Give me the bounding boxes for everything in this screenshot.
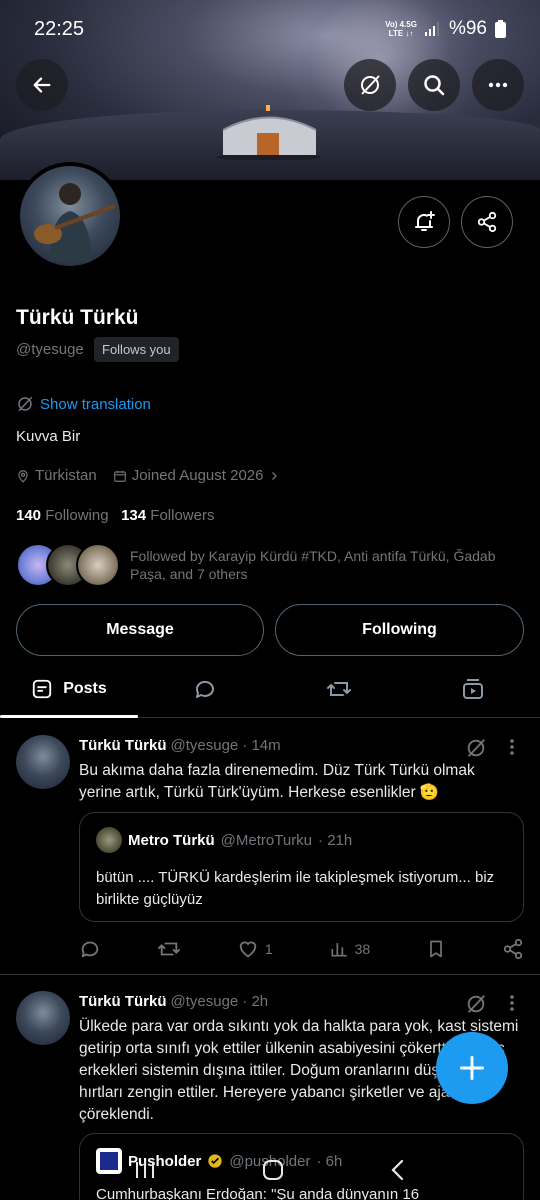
post-divider [0, 974, 540, 975]
show-translation-label: Show translation [40, 395, 151, 413]
grok-icon[interactable] [465, 737, 487, 759]
clock: 22:25 [34, 17, 85, 40]
notifications-button[interactable] [398, 196, 450, 248]
location: Türkistan [16, 467, 97, 484]
battery-level: %96 [448, 18, 487, 39]
arrow-left-icon [33, 77, 51, 93]
show-translation-link[interactable]: Show translation [16, 395, 151, 413]
post-header: Türkü Türkü @tyesuge · 2h [79, 993, 268, 1010]
battery-icon [495, 20, 506, 38]
post-more-icon[interactable] [506, 993, 518, 1013]
follows-you-badge: Follows you [94, 337, 179, 362]
search-button[interactable] [408, 59, 460, 111]
mutual-avatars [16, 543, 120, 587]
following-count-link[interactable]: 140 Following [16, 507, 109, 524]
recent-apps-icon[interactable] [132, 1158, 158, 1182]
profile-tabs: Posts [0, 660, 540, 718]
post-text: Bu akıma daha fazla direnemedim. Düz Tür… [79, 762, 475, 801]
profile-name: Türkü Türkü [16, 306, 139, 329]
replies-icon [195, 680, 214, 698]
back-nav-icon[interactable] [388, 1158, 408, 1182]
grok-icon [361, 75, 380, 95]
location-icon [18, 469, 28, 483]
profile-meta: Türkistan Joined August 2026 [16, 467, 290, 484]
avatar [76, 543, 120, 587]
post-more-icon[interactable] [506, 737, 518, 757]
system-nav-bar [0, 1140, 540, 1200]
post-author-avatar[interactable] [16, 991, 70, 1045]
post-author-handle: @tyesuge [170, 737, 239, 754]
tab-replies[interactable] [138, 660, 272, 717]
post-time: · 14m [242, 737, 281, 754]
profile-avatar[interactable] [16, 162, 124, 270]
tab-media[interactable] [406, 660, 540, 717]
avatar-figure [34, 183, 116, 261]
repost-icon [157, 942, 180, 956]
tab-posts[interactable]: Posts [0, 660, 138, 718]
grok-button[interactable] [344, 59, 396, 111]
avatar [96, 827, 122, 853]
post-action-bar: 1 38 [79, 938, 524, 960]
bell-plus-icon [415, 211, 435, 231]
home-icon[interactable] [261, 1158, 285, 1182]
grok-icon [18, 396, 33, 412]
posts-icon [33, 679, 52, 698]
share-profile-button[interactable] [461, 196, 513, 248]
message-button[interactable]: Message [16, 604, 264, 656]
more-button[interactable] [472, 59, 524, 111]
status-bar: 22:25 Vo) 4.5G LTE ↓↑ %96 [0, 0, 540, 58]
quoted-post-text: bütün .... TÜRKÜ kardeşlerim ile takiple… [96, 869, 495, 908]
chevron-right-icon [272, 471, 278, 480]
tab-reposts[interactable] [272, 660, 406, 717]
media-icon [463, 678, 483, 699]
plus-icon [460, 1056, 484, 1080]
quoted-post[interactable]: Metro Türkü @MetroTurku · 21h bütün ....… [79, 812, 524, 922]
views-icon [331, 943, 347, 957]
post-author-avatar[interactable] [16, 735, 70, 789]
profile-bio: Kuvva Bir [16, 428, 81, 445]
views-button[interactable]: 38 [329, 939, 370, 959]
bookmark-icon [430, 940, 442, 958]
network-indicator: Vo) 4.5G LTE ↓↑ [385, 20, 417, 38]
post-author-name[interactable]: Türkü Türkü [79, 737, 167, 754]
grok-icon[interactable] [465, 993, 487, 1015]
quoted-post-header: Metro Türkü @MetroTurku · 21h [96, 827, 507, 853]
joined-date[interactable]: Joined August 2026 [113, 467, 281, 484]
post-time: · 2h [242, 993, 269, 1010]
like-button[interactable]: 1 [237, 938, 273, 960]
reply-button[interactable] [79, 938, 101, 960]
post-header: Türkü Türkü @tyesuge · 14m [79, 737, 281, 754]
back-button[interactable] [16, 59, 68, 111]
post-author-name[interactable]: Türkü Türkü [79, 993, 167, 1010]
calendar-icon [113, 470, 126, 482]
heart-icon [239, 941, 257, 958]
share-icon [477, 211, 497, 233]
share-button[interactable] [502, 938, 524, 960]
compose-button[interactable] [436, 1032, 508, 1104]
bookmark-button[interactable] [426, 938, 446, 960]
repost-button[interactable] [157, 938, 181, 960]
following-button[interactable]: Following [275, 604, 524, 656]
search-icon [424, 75, 445, 96]
followers-count-link[interactable]: 134 Followers [121, 507, 214, 524]
more-icon [488, 82, 508, 88]
profile-handle: @tyesuge [16, 341, 84, 358]
banner-yurt [217, 105, 321, 160]
follow-counts: 140 Following 134 Followers [16, 507, 214, 524]
share-icon [503, 938, 523, 960]
followed-by-text: Followed by Karayip Kürdü #TKD, Anti ant… [130, 548, 496, 582]
reposts-icon [327, 681, 351, 696]
reply-icon [81, 941, 99, 958]
post-author-handle: @tyesuge [170, 993, 239, 1010]
signal-icon [424, 22, 439, 36]
followed-by-section[interactable]: Followed by Karayip Kürdü #TKD, Anti ant… [16, 543, 515, 587]
